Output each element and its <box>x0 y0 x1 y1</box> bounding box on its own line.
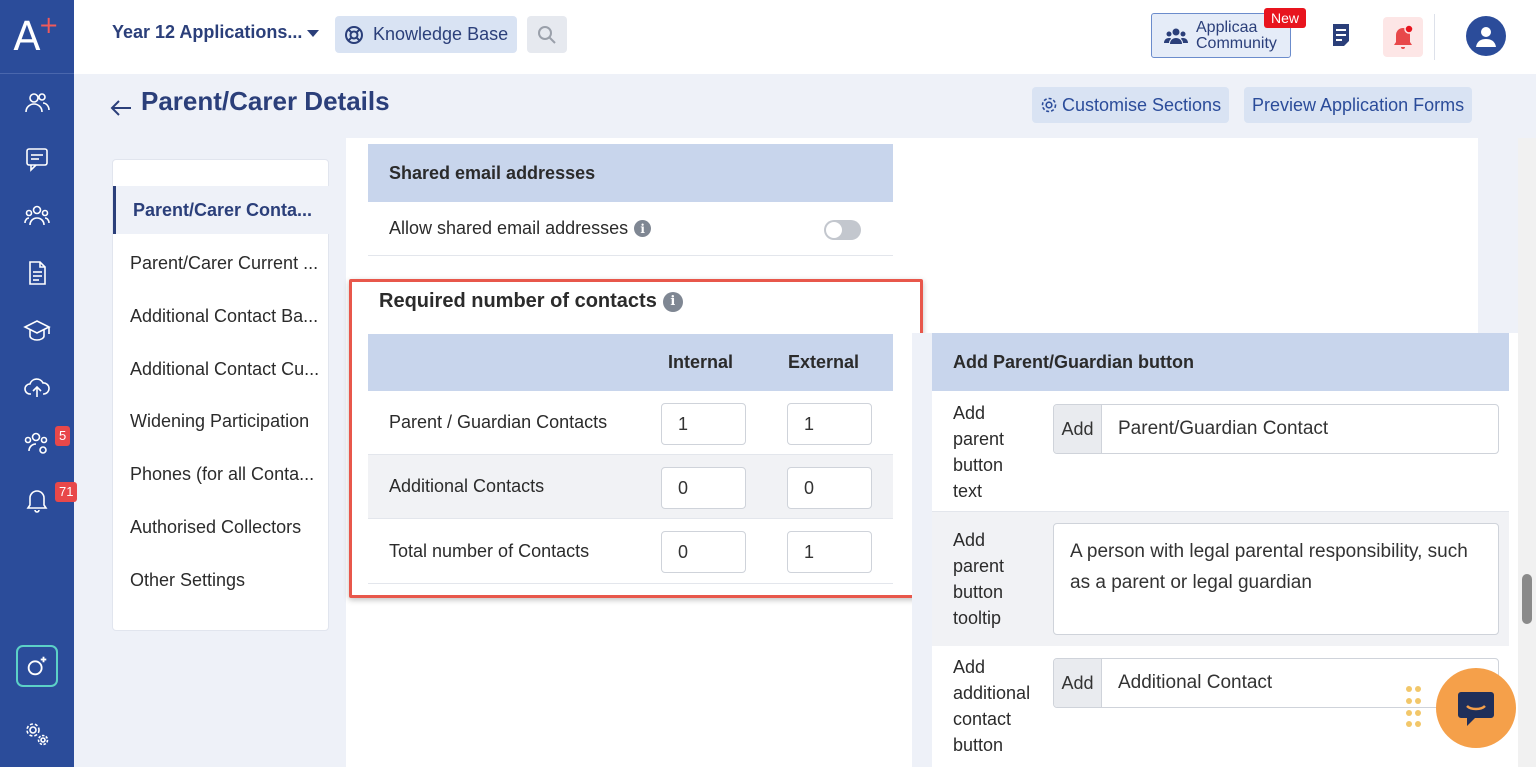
settings-icon[interactable] <box>19 716 55 752</box>
sections-nav: Parent/Carer Conta... Parent/Carer Curre… <box>112 159 329 631</box>
label-line: parent <box>953 556 1005 576</box>
nav-item-parent-carer-contacts[interactable]: Parent/Carer Conta... <box>113 186 329 234</box>
nav-item-label: Widening Participation <box>130 410 310 431</box>
nav-item-label: Additional Contact Ba... <box>130 305 319 326</box>
nav-item-other-settings[interactable]: Other Settings <box>113 556 329 604</box>
customise-sections-button[interactable]: Customise Sections <box>1032 87 1230 123</box>
label-line: tooltip <box>953 608 1002 628</box>
nav-item-additional-contact-current[interactable]: Additional Contact Cu... <box>113 345 329 393</box>
people-icon[interactable] <box>19 85 55 121</box>
page-title: Parent/Carer Details <box>141 86 390 116</box>
chat-icon <box>1458 692 1494 726</box>
nav-item-label: Parent/Carer Conta... <box>133 199 313 220</box>
avatar[interactable] <box>1466 16 1506 56</box>
add-prefix: Add <box>1054 659 1102 707</box>
notifications-badge: 71 <box>55 482 78 502</box>
preview-forms-button[interactable]: Preview Application Forms <box>1244 87 1473 123</box>
add-parent-tooltip-label: Add parent button tooltip <box>953 527 1004 631</box>
add-parent-tooltip-textarea[interactable]: A person with legal parental responsibil… <box>1053 523 1499 635</box>
message-icon[interactable] <box>19 141 55 177</box>
label-line: additional <box>953 683 1031 703</box>
user-icon <box>1476 27 1496 47</box>
nav-item-label: Authorised Collectors <box>130 516 302 537</box>
logo-plus: + <box>38 10 59 39</box>
knowledge-base-button[interactable]: Knowledge Base <box>335 16 517 53</box>
nav-item-label: Additional Contact Cu... <box>130 358 320 379</box>
community-label-line2: Community <box>1196 34 1277 52</box>
label-line: button <box>953 582 1004 602</box>
application-selector-label: Year 12 Applications... <box>112 22 303 42</box>
logo-letter: A <box>13 13 41 60</box>
label-line: Add <box>953 530 986 550</box>
group-settings-icon[interactable] <box>19 425 55 461</box>
search-icon <box>538 25 556 44</box>
gear-icon <box>1041 97 1057 113</box>
users-icon[interactable] <box>19 198 55 234</box>
nav-item-phones[interactable]: Phones (for all Conta... <box>113 450 329 498</box>
drag-handle-icon[interactable] <box>1406 686 1422 730</box>
nav-item-label: Phones (for all Conta... <box>130 463 315 484</box>
nav-item-authorised-collectors[interactable]: Authorised Collectors <box>113 503 329 551</box>
topbar-divider <box>1434 14 1435 60</box>
groups-badge: 5 <box>55 426 71 446</box>
add-parent-text-label: Add parent button text <box>953 400 1004 504</box>
caret-down-icon <box>307 29 320 37</box>
search-button[interactable] <box>527 16 567 53</box>
shared-email-toggle[interactable] <box>824 220 861 240</box>
notes-icon[interactable] <box>1330 22 1352 53</box>
application-selector[interactable]: Year 12 Applications... <box>112 22 320 43</box>
highlight-box <box>349 279 923 598</box>
add-parent-text-field[interactable]: Add Parent/Guardian Contact <box>1053 404 1499 454</box>
scrollbar[interactable] <box>1518 138 1536 767</box>
customise-sections-label: Customise Sections <box>1062 94 1222 115</box>
info-icon[interactable]: i <box>634 220 652 237</box>
label-line: Add <box>953 657 986 677</box>
community-icon <box>1164 28 1188 44</box>
preview-forms-label: Preview Application Forms <box>1252 94 1465 115</box>
add-additional-text-field[interactable]: Add Additional Contact <box>1053 658 1499 708</box>
add-prefix: Add <box>1054 405 1102 453</box>
alerts-button[interactable] <box>1383 17 1423 57</box>
label-line: button <box>953 735 1004 755</box>
shared-email-header: Shared email addresses <box>368 144 893 202</box>
top-bar: Year 12 Applications... Knowledge Base A… <box>74 0 1536 74</box>
add-parent-header: Add Parent/Guardian button <box>932 333 1509 391</box>
lifebuoy-icon <box>345 25 363 44</box>
nav-item-label: Parent/Carer Current ... <box>130 252 319 273</box>
label-line: button <box>953 455 1004 475</box>
new-badge: New <box>1264 8 1307 28</box>
nav-item-parent-carer-current[interactable]: Parent/Carer Current ... <box>113 239 329 287</box>
cloud-upload-icon[interactable] <box>19 369 55 405</box>
add-parent-text-value: Parent/Guardian Contact <box>1118 418 1329 439</box>
shared-email-row: Allow shared email addresses i <box>368 202 893 256</box>
left-rail: A + 5 71 <box>0 0 78 767</box>
bell-icon[interactable] <box>19 482 55 518</box>
app-switch-icon[interactable] <box>16 645 58 687</box>
knowledge-base-label: Knowledge Base <box>373 24 509 44</box>
label-line: parent <box>953 429 1005 449</box>
chat-widget-button[interactable] <box>1436 668 1516 748</box>
shared-email-label: Allow shared email addresses <box>389 218 629 238</box>
document-icon[interactable] <box>19 255 55 291</box>
nav-item-additional-contact-basic[interactable]: Additional Contact Ba... <box>113 292 329 340</box>
label-line: contact <box>953 709 1012 729</box>
app-logo[interactable]: A + <box>0 0 74 74</box>
label-line: text <box>953 481 983 501</box>
alert-bell-icon <box>1394 24 1414 49</box>
nav-item-label: Other Settings <box>130 569 246 590</box>
label-line: Add <box>953 403 986 423</box>
panel-gap <box>912 333 932 767</box>
add-additional-text-label: Add additional contact button <box>953 654 1030 758</box>
scrollbar-thumb[interactable] <box>1522 574 1532 624</box>
back-arrow-icon[interactable] <box>110 95 132 123</box>
nav-item-widening-participation[interactable]: Widening Participation <box>113 397 329 445</box>
graduation-cap-icon[interactable] <box>19 312 55 348</box>
